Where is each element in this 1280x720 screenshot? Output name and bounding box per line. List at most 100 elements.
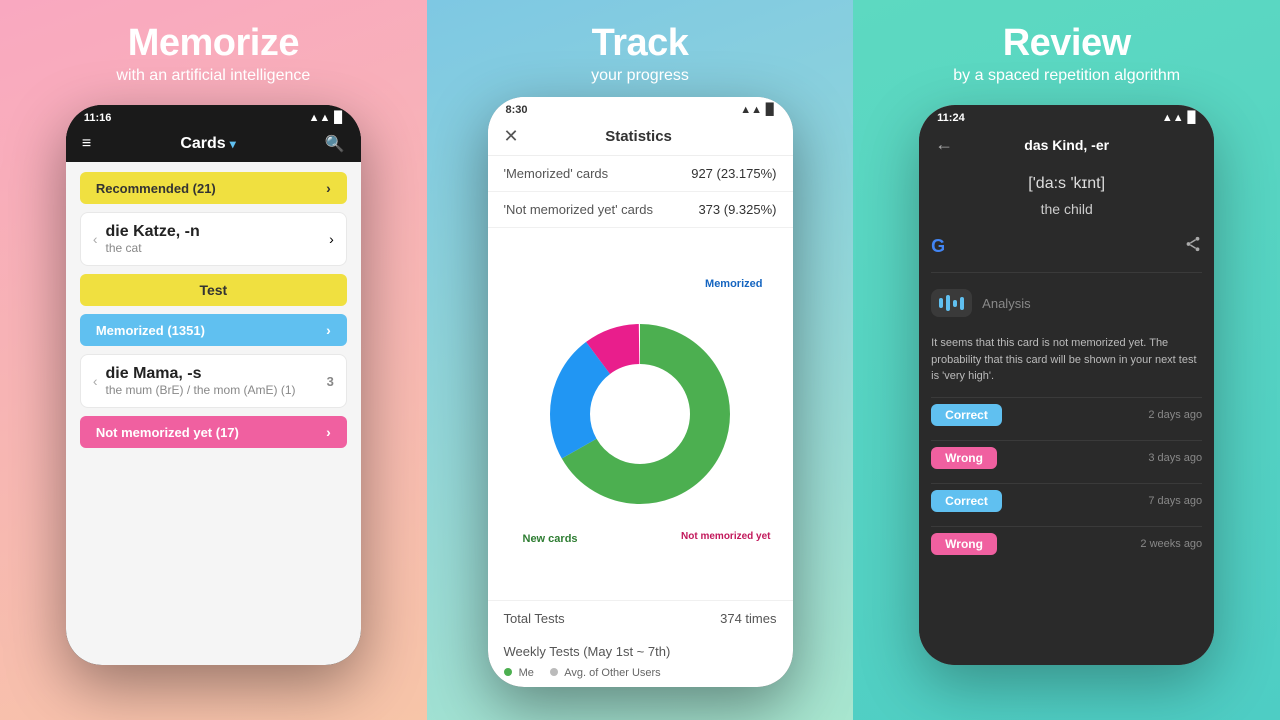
memorize-title: Memorize: [116, 22, 310, 65]
app-title-memorize: Cards ▾: [180, 135, 235, 153]
weekly-tests-row: Weekly Tests (May 1st ~ 7th): [488, 636, 793, 663]
signal-icon-track: ▉: [766, 103, 774, 116]
chevron-left-2: ‹: [93, 373, 98, 389]
time-ago-1: 2 days ago: [1148, 409, 1202, 421]
new-cards-chart-label: New cards: [523, 533, 578, 545]
chevron-right-1: ›: [329, 231, 334, 247]
card2-translation: the mum (BrE) / the mom (AmE) (1): [106, 383, 296, 397]
google-icon[interactable]: G: [931, 236, 945, 257]
menu-icon[interactable]: ≡: [82, 135, 91, 153]
card-item-2[interactable]: ‹ die Mama, -s the mum (BrE) / the mom (…: [80, 354, 347, 408]
memorize-panel: Memorize with an artificial intelligence…: [0, 0, 427, 720]
chevron-left-1: ‹: [93, 231, 98, 247]
weekly-tests-label: Weekly Tests (May 1st ~ 7th): [504, 644, 671, 659]
status-icons: ▲▲ ▉: [309, 111, 343, 124]
word-title-review: das Kind, -er: [1024, 137, 1109, 153]
review-title: Review: [953, 22, 1180, 65]
card-list: Recommended (21) › ‹ die Katze, -n the c…: [66, 162, 361, 665]
review-panel: Review by a spaced repetition algorithm …: [853, 0, 1280, 720]
test-button[interactable]: Test: [80, 274, 347, 306]
app-bar-review: ← das Kind, -er: [919, 128, 1214, 163]
track-subtitle: your progress: [591, 67, 689, 85]
result-row-4: Wrong 2 weeks ago: [931, 526, 1202, 561]
wrong-badge-1: Wrong: [931, 447, 997, 469]
wifi-icon-track: ▲▲: [740, 104, 762, 116]
card1-word: die Katze, -n: [106, 223, 200, 241]
app-bar-memorize: ≡ Cards ▾ 🔍: [66, 128, 361, 162]
not-memorized-button[interactable]: Not memorized yet (17) ›: [80, 416, 347, 448]
wrong-badge-2: Wrong: [931, 533, 997, 555]
status-bar-review: 11:24 ▲▲ ▉: [919, 105, 1214, 128]
search-icon[interactable]: 🔍: [325, 134, 345, 154]
analysis-text: It seems that this card is not memorized…: [931, 331, 1202, 389]
cards-title: Cards: [180, 135, 225, 153]
result-row-3: Correct 7 days ago: [931, 483, 1202, 518]
result-row-2: Wrong 3 days ago: [931, 440, 1202, 475]
recommended-label: Recommended (21): [96, 181, 216, 196]
time-ago-4: 2 weeks ago: [1140, 538, 1202, 550]
back-arrow-icon[interactable]: ←: [935, 134, 953, 155]
legend-me: Me: [504, 667, 534, 679]
phone-track: 8:30 ▲▲ ▉ ✕ Statistics 'Memorized' cards…: [488, 97, 793, 687]
card1-translation: the cat: [106, 241, 200, 255]
result-row-1: Correct 2 days ago: [931, 397, 1202, 432]
not-memorized-chart-label: Not memorized yet: [681, 531, 770, 542]
google-row: G: [931, 231, 1202, 262]
correct-badge-2: Correct: [931, 490, 1002, 512]
track-panel: Track your progress 8:30 ▲▲ ▉ ✕ Statisti…: [427, 0, 854, 720]
recommended-button[interactable]: Recommended (21) ›: [80, 172, 347, 204]
status-icons-track: ▲▲ ▉: [740, 103, 774, 116]
card-item-1[interactable]: ‹ die Katze, -n the cat ›: [80, 212, 347, 266]
total-tests-value: 374 times: [720, 611, 776, 626]
app-bar-track: ✕ Statistics: [488, 120, 793, 156]
not-memorized-stat-value: 373 (9.325%): [698, 202, 776, 217]
close-button[interactable]: ✕: [504, 126, 519, 147]
wifi-icon: ▲▲: [309, 112, 331, 124]
chevron-right-recommended: ›: [326, 180, 331, 196]
legend-avg: Avg. of Other Users: [550, 667, 661, 679]
time-track: 8:30: [506, 104, 528, 116]
not-memorized-stat-label: 'Not memorized yet' cards: [504, 202, 653, 217]
total-tests-label: Total Tests: [504, 611, 565, 626]
memorize-subtitle: with an artificial intelligence: [116, 67, 310, 85]
memorized-label: Memorized (1351): [96, 323, 205, 338]
memorized-chart-label: Memorized: [705, 278, 762, 290]
review-header: Review by a spaced repetition algorithm: [933, 0, 1200, 97]
total-tests-row: Total Tests 374 times: [488, 600, 793, 636]
legend-row: Me Avg. of Other Users: [488, 663, 793, 687]
not-memorized-label: Not memorized yet (17): [96, 425, 239, 440]
dropdown-icon: ▾: [230, 137, 236, 151]
memorized-stat-value: 927 (23.175%): [691, 166, 776, 181]
chart-area: Memorized New cards Not memorized yet: [488, 228, 793, 600]
translation: the child: [931, 201, 1202, 223]
memorized-button[interactable]: Memorized (1351) ›: [80, 314, 347, 346]
statistics-title: Statistics: [605, 128, 672, 145]
status-bar-memorize: 11:16 ▲▲ ▉: [66, 105, 361, 128]
chevron-right-not-memorized: ›: [326, 424, 331, 440]
memorize-header: Memorize with an artificial intelligence: [96, 0, 330, 97]
donut-chart: [540, 314, 740, 514]
wifi-icon-review: ▲▲: [1162, 112, 1184, 124]
signal-icon: ▉: [334, 111, 342, 124]
memorized-stat-label: 'Memorized' cards: [504, 166, 609, 181]
chevron-right-memorized: ›: [326, 322, 331, 338]
analysis-label: Analysis: [982, 296, 1030, 311]
time-memorize: 11:16: [84, 112, 112, 124]
time-ago-3: 7 days ago: [1148, 495, 1202, 507]
status-bar-track: 8:30 ▲▲ ▉: [488, 97, 793, 120]
chart-icon: [931, 289, 972, 317]
status-icons-review: ▲▲ ▉: [1162, 111, 1196, 124]
signal-icon-review: ▉: [1188, 111, 1196, 124]
test-label: Test: [199, 282, 227, 298]
phonetic: ['da:s 'kɪnt]: [931, 175, 1202, 193]
time-ago-2: 3 days ago: [1148, 452, 1202, 464]
share-icon[interactable]: [1184, 235, 1202, 258]
correct-badge-1: Correct: [931, 404, 1002, 426]
divider-1: [931, 272, 1202, 273]
stat-row-not-memorized: 'Not memorized yet' cards 373 (9.325%): [488, 192, 793, 228]
card2-word: die Mama, -s: [106, 365, 296, 383]
phone-review: 11:24 ▲▲ ▉ ← das Kind, -er ['da:s 'kɪnt]…: [919, 105, 1214, 665]
analysis-row: Analysis: [931, 283, 1202, 323]
track-header: Track your progress: [571, 0, 709, 97]
track-title: Track: [591, 22, 689, 65]
